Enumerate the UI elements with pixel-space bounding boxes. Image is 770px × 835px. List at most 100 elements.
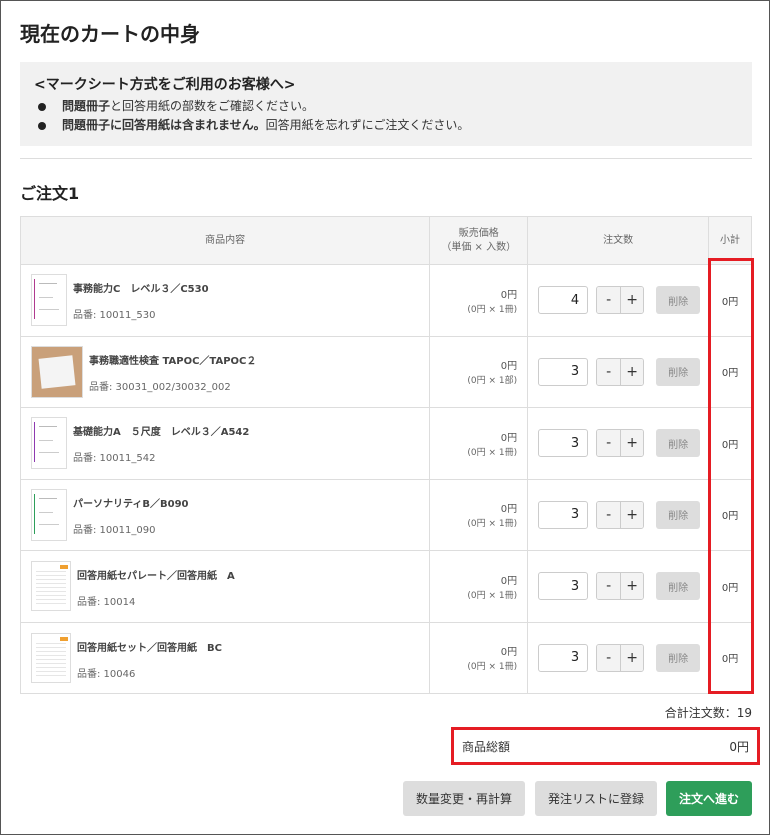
price-detail: (0円 × 1冊) (467, 519, 518, 530)
total-order-count: 合計注文数：19 (664, 706, 752, 720)
page-title: 現在のカートの中身 (20, 22, 200, 46)
proceed-to-order-button[interactable]: 注文へ進む (666, 781, 752, 816)
quantity-stepper: - + (596, 643, 645, 672)
increment-button[interactable]: + (620, 430, 644, 457)
notice-line-1: 問題冊子 と回答用紙の部数をご確認ください。 (34, 97, 738, 116)
increment-button[interactable]: + (620, 287, 644, 314)
product-thumbnail[interactable] (31, 488, 67, 541)
unit-price: 0円 (500, 432, 518, 444)
quantity-stepper: - + (596, 572, 645, 601)
price-detail: (0円 × 1部) (467, 376, 518, 387)
product-cell: 基礎能力A ５尺度 レベル３／A542 品番: 10011_542 (19, 407, 431, 480)
quantity-input[interactable] (538, 643, 589, 672)
order-title: ご注文1 (20, 184, 80, 203)
quantity-input[interactable] (538, 357, 589, 386)
quantity-input[interactable] (538, 286, 589, 315)
qty-cell: -+ 削除 (527, 335, 710, 408)
product-code: 品番: 10011_542 (73, 453, 156, 465)
header-qty: 注文数 (527, 216, 710, 265)
total-amount-box: 商品総額 0円 (451, 727, 760, 765)
increment-button[interactable]: + (620, 501, 644, 528)
delete-button[interactable]: 削除 (656, 500, 701, 529)
table-row: 基礎能力A ５尺度 レベル３／A542 品番: 10011_542 0円 (0円 × … (19, 407, 752, 480)
header-price-line2: （単価 × 入数） (441, 241, 517, 253)
qty-cell: -+ 削除 (527, 264, 710, 337)
recalculate-button[interactable]: 数量変更・再計算 (403, 781, 525, 816)
product-thumbnail[interactable] (31, 632, 71, 683)
product-thumbnail[interactable] (31, 274, 67, 327)
delete-button[interactable]: 削除 (656, 286, 701, 315)
product-code: 品番: 10011_090 (73, 524, 156, 536)
product-name[interactable]: 回答用紙セット／回答用紙 BC (77, 639, 222, 654)
price-cell: 0円 (0円 × 1冊) (429, 478, 529, 551)
price-cell: 0円 (0円 × 1冊) (429, 550, 529, 623)
decrement-button[interactable]: - (597, 573, 621, 600)
decrement-button[interactable]: - (597, 430, 621, 457)
delete-button[interactable]: 削除 (656, 643, 701, 672)
quantity-input[interactable] (538, 500, 589, 529)
table-row: パーソナリティB／B090 品番: 10011_090 0円 (0円 × 1冊) -+ 削… (19, 478, 752, 551)
notice-line-1-bold: 問題冊子 (62, 99, 111, 113)
total-amount-label: 商品総額 (462, 739, 511, 754)
increment-button[interactable]: + (620, 358, 644, 385)
product-name[interactable]: 回答用紙セパレート／回答用紙 A (77, 567, 235, 582)
product-thumbnail[interactable] (31, 345, 83, 398)
qty-cell: -+ 削除 (527, 550, 710, 623)
product-name[interactable]: パーソナリティB／B090 (73, 495, 189, 510)
divider (20, 158, 752, 159)
product-thumbnail[interactable] (31, 561, 71, 612)
delete-button[interactable]: 削除 (656, 572, 701, 601)
subtotal-highlight (708, 258, 754, 694)
notice-line-2: 問題冊子に回答用紙は含まれません。 回答用紙を忘れずにご注文ください。 (34, 116, 738, 135)
unit-price: 0円 (500, 575, 518, 587)
qty-cell: -+ 削除 (527, 407, 710, 480)
bullet-icon (38, 121, 46, 130)
quantity-input[interactable] (538, 572, 589, 601)
product-cell: 回答用紙セット／回答用紙 BC 品番: 10046 (19, 621, 431, 694)
unit-price: 0円 (500, 647, 518, 659)
quantity-stepper: - + (596, 286, 645, 315)
notice-heading: <マークシート方式をご利用のお客様へ> (34, 77, 296, 93)
price-cell: 0円 (0円 × 1部) (429, 335, 529, 408)
qty-cell: -+ 削除 (527, 478, 710, 551)
qty-cell: -+ 削除 (527, 621, 710, 694)
decrement-button[interactable]: - (597, 287, 621, 314)
price-cell: 0円 (0円 × 1冊) (429, 407, 529, 480)
product-cell: 回答用紙セパレート／回答用紙 A 品番: 10014 (19, 550, 431, 623)
bullet-icon (38, 102, 46, 111)
increment-button[interactable]: + (620, 573, 644, 600)
price-detail: (0円 × 1冊) (467, 590, 518, 601)
header-price: 販売価格 （単価 × 入数） (429, 216, 529, 265)
product-code: 品番: 10014 (77, 597, 136, 609)
marksheet-notice: <マークシート方式をご利用のお客様へ> 問題冊子 と回答用紙の部数をご確認ください… (20, 62, 752, 146)
product-thumbnail[interactable] (31, 417, 67, 470)
decrement-button[interactable]: - (597, 501, 621, 528)
unit-price: 0円 (500, 504, 518, 516)
table-row: 事務職適性検査 TAPOC／TAPOC２ 品番: 30031_002/30032_… (19, 335, 752, 408)
increment-button[interactable]: + (620, 644, 644, 671)
price-detail: (0円 × 1冊) (467, 662, 518, 673)
price-cell: 0円 (0円 × 1冊) (429, 264, 529, 337)
product-code: 品番: 30031_002/30032_002 (89, 381, 231, 393)
header-price-line1: 販売価格 (458, 227, 499, 239)
product-cell: 事務職適性検査 TAPOC／TAPOC２ 品番: 30031_002/30032_… (19, 335, 431, 408)
delete-button[interactable]: 削除 (656, 429, 701, 458)
price-cell: 0円 (0円 × 1冊) (429, 621, 529, 694)
decrement-button[interactable]: - (597, 358, 621, 385)
notice-line-1-text: と回答用紙の部数をご確認ください。 (110, 99, 315, 113)
quantity-input[interactable] (538, 429, 589, 458)
product-code: 品番: 10046 (77, 668, 136, 680)
price-detail: (0円 × 1冊) (467, 447, 518, 458)
product-name[interactable]: 基礎能力A ５尺度 レベル３／A542 (73, 423, 249, 438)
product-cell: パーソナリティB／B090 品番: 10011_090 (19, 478, 431, 551)
table-row: 回答用紙セパレート／回答用紙 A 品番: 10014 0円 (0円 × 1冊) -+ 削除… (19, 550, 752, 623)
product-name[interactable]: 事務職適性検査 TAPOC／TAPOC２ (89, 352, 256, 367)
quantity-stepper: - + (596, 357, 645, 386)
decrement-button[interactable]: - (597, 644, 621, 671)
unit-price: 0円 (500, 289, 518, 301)
save-to-order-list-button[interactable]: 発注リストに登録 (535, 781, 657, 816)
quantity-stepper: - + (596, 429, 645, 458)
delete-button[interactable]: 削除 (656, 357, 701, 386)
product-name[interactable]: 事務能力C レベル３／C530 (73, 280, 209, 295)
notice-line-2-bold: 問題冊子に回答用紙は含まれません。 (62, 118, 266, 132)
